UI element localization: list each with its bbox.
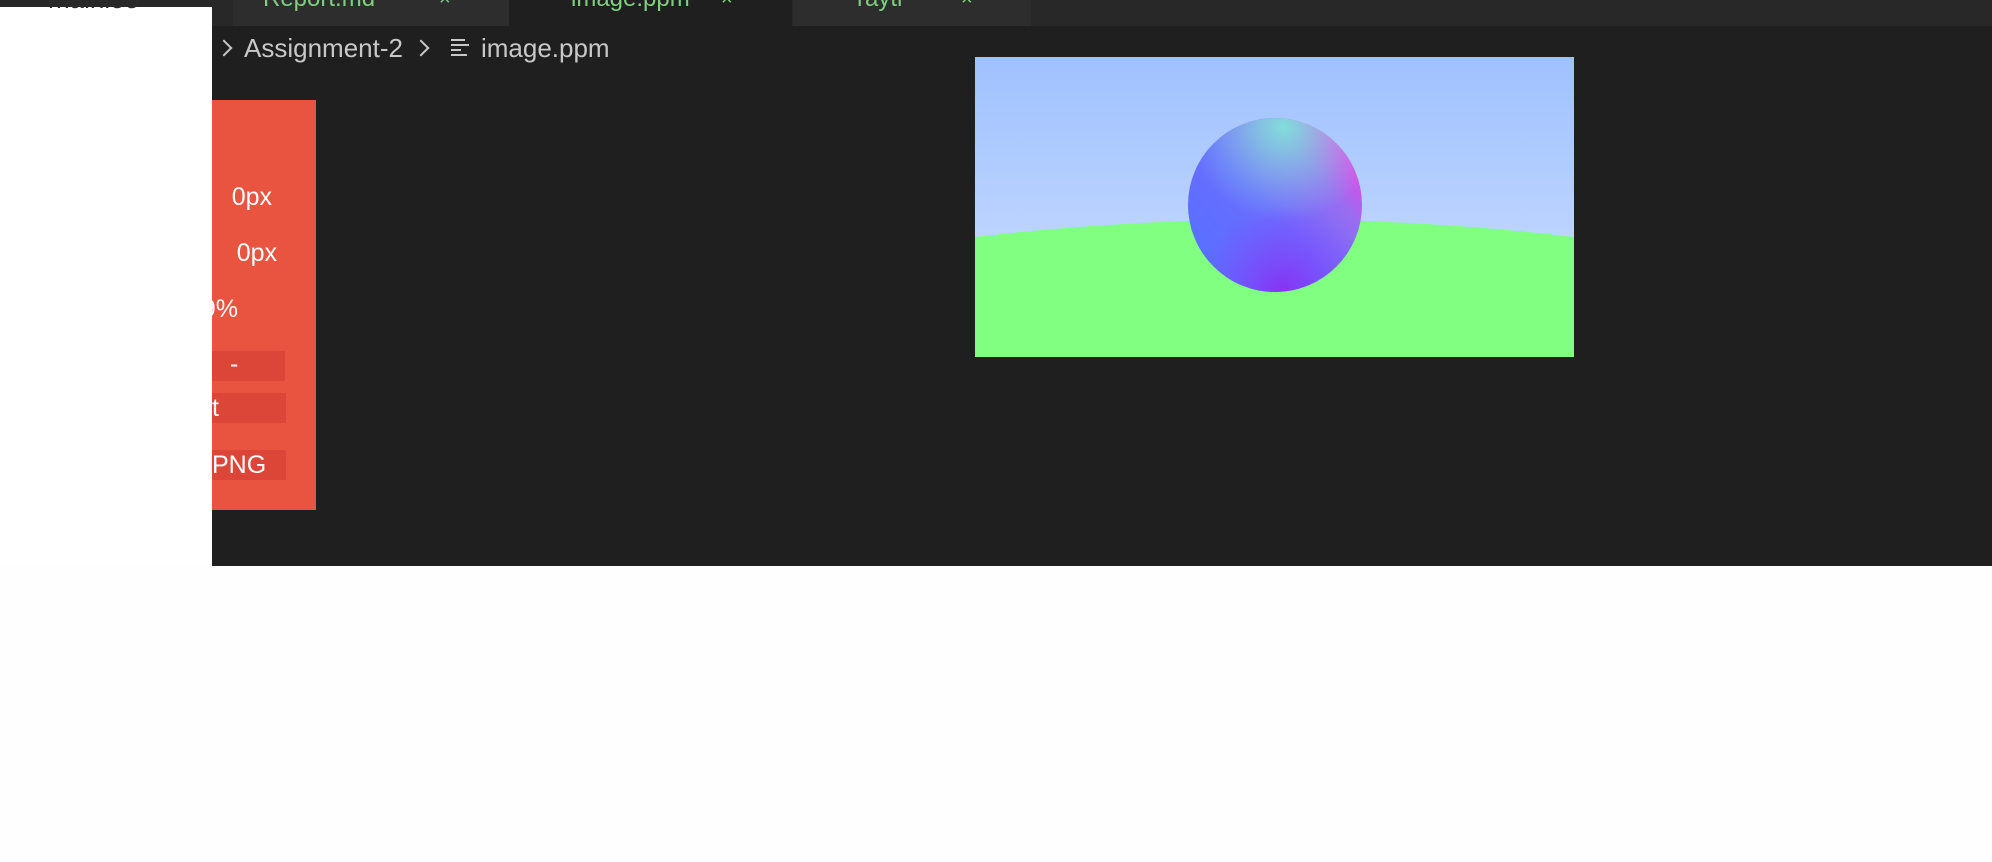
lines-file-icon bbox=[450, 38, 469, 57]
breadcrumb-file[interactable]: image.ppm bbox=[481, 30, 610, 66]
explorer-panel: mainloo bbox=[0, 0, 212, 566]
tab-label: image.ppm bbox=[571, 0, 690, 12]
zoom-out-button[interactable]: - bbox=[212, 350, 285, 381]
fit-button[interactable]: t bbox=[212, 393, 286, 423]
close-icon[interactable]: × bbox=[721, 0, 733, 12]
image-control-panel: 0px 0px 9% - t PNG bbox=[212, 100, 316, 510]
height-readout: 0px bbox=[236, 239, 277, 267]
explorer-tab-label[interactable]: mainloo bbox=[48, 0, 139, 12]
chevron-right-icon bbox=[215, 39, 233, 57]
chevron-right-icon bbox=[412, 39, 430, 57]
breadcrumb-folder[interactable]: Assignment-2 bbox=[244, 30, 403, 66]
editor-area: Report.md × image.ppm × raytr × Assignme… bbox=[0, 0, 1992, 566]
breadcrumb: Assignment-2 image.ppm bbox=[212, 30, 610, 66]
tab-report[interactable]: Report.md × bbox=[233, 0, 509, 26]
ppm-image-preview bbox=[975, 57, 1574, 357]
rendered-sphere-image bbox=[975, 57, 1574, 357]
close-icon[interactable]: × bbox=[961, 0, 973, 12]
tab-bar: Report.md × image.ppm × raytr × bbox=[0, 0, 1992, 26]
tab-label: Report.md bbox=[263, 0, 375, 12]
zoom-readout: 9% bbox=[212, 295, 238, 323]
tab-raytracer[interactable]: raytr × bbox=[793, 0, 1031, 26]
tab-image-ppm[interactable]: image.ppm × bbox=[509, 0, 792, 26]
close-icon[interactable]: × bbox=[439, 0, 451, 12]
tab-label: raytr bbox=[857, 0, 905, 12]
width-readout: 0px bbox=[231, 183, 272, 211]
save-png-button[interactable]: PNG bbox=[212, 450, 286, 480]
